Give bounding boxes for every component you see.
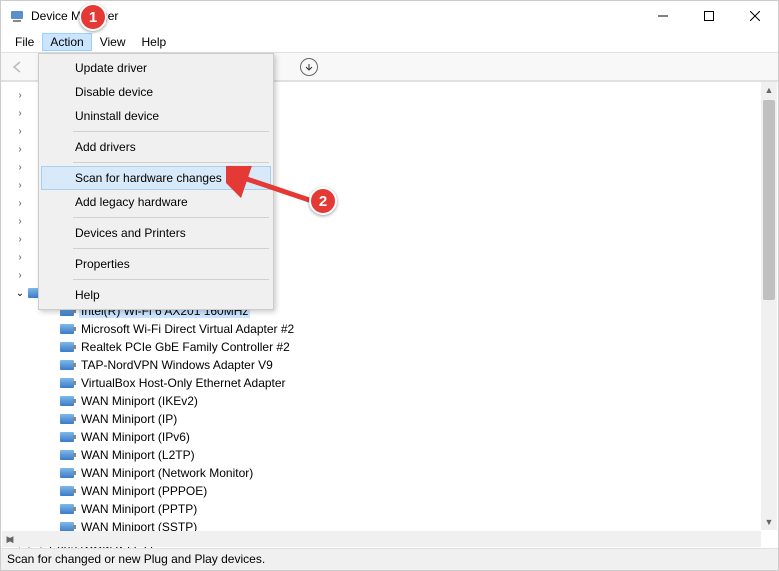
adapter-label: VirtualBox Host-Only Ethernet Adapter: [79, 376, 288, 390]
adapter-label: WAN Miniport (IKEv2): [79, 394, 200, 408]
tree-adapter-item[interactable]: TAP-NordVPN Windows Adapter V9: [45, 356, 778, 374]
adapter-label: WAN Miniport (Network Monitor): [79, 466, 255, 480]
tree-adapter-item[interactable]: WAN Miniport (IPv6): [45, 428, 778, 446]
tree-adapter-item[interactable]: WAN Miniport (L2TP): [45, 446, 778, 464]
menu-separator: [73, 279, 269, 280]
adapter-label: WAN Miniport (PPTP): [79, 502, 199, 516]
maximize-button[interactable]: [686, 1, 732, 31]
tree-adapter-item[interactable]: Microsoft Wi-Fi Direct Virtual Adapter #…: [45, 320, 778, 338]
tree-adapter-item[interactable]: Realtek PCIe GbE Family Controller #2: [45, 338, 778, 356]
annotation-marker-1: 1: [79, 3, 107, 31]
scroll-down-icon[interactable]: ▼: [761, 514, 777, 530]
titlebar: Device Manager: [1, 1, 778, 31]
adapter-label: WAN Miniport (PPPOE): [79, 484, 209, 498]
network-adapter-icon: [59, 322, 75, 336]
vertical-scrollbar[interactable]: ▲ ▼: [761, 82, 777, 530]
menu-separator: [73, 162, 269, 163]
menu-properties[interactable]: Properties: [41, 252, 271, 276]
network-adapter-icon: [59, 358, 75, 372]
menu-separator: [73, 248, 269, 249]
status-bar: Scan for changed or new Plug and Play de…: [1, 548, 778, 570]
menu-separator: [73, 131, 269, 132]
close-button[interactable]: [732, 1, 778, 31]
menubar: File Action View Help: [1, 31, 778, 53]
minimize-button[interactable]: [640, 1, 686, 31]
scroll-thumb[interactable]: [763, 100, 775, 300]
network-adapter-icon: [59, 412, 75, 426]
adapter-label: WAN Miniport (IPv6): [79, 430, 192, 444]
adapter-label: TAP-NordVPN Windows Adapter V9: [79, 358, 275, 372]
toolbar-button[interactable]: [300, 58, 318, 76]
menu-help[interactable]: Help: [134, 33, 175, 51]
scroll-up-icon[interactable]: ▲: [761, 82, 777, 98]
tree-adapter-item[interactable]: WAN Miniport (IP): [45, 410, 778, 428]
menu-uninstall-device[interactable]: Uninstall device: [41, 104, 271, 128]
adapter-label: Realtek PCIe GbE Family Controller #2: [79, 340, 292, 354]
tree-adapter-item[interactable]: VirtualBox Host-Only Ethernet Adapter: [45, 374, 778, 392]
adapter-label: WAN Miniport (IP): [79, 412, 179, 426]
menu-add-drivers[interactable]: Add drivers: [41, 135, 271, 159]
app-icon: [9, 8, 25, 24]
network-adapter-icon: [59, 502, 75, 516]
annotation-marker-2: 2: [309, 187, 337, 215]
scroll-right-icon[interactable]: ▶: [2, 531, 18, 547]
tree-adapter-item[interactable]: WAN Miniport (Network Monitor): [45, 464, 778, 482]
tree-adapter-item[interactable]: WAN Miniport (IKEv2): [45, 392, 778, 410]
adapter-label: Microsoft Wi-Fi Direct Virtual Adapter #…: [79, 322, 296, 336]
network-adapter-icon: [59, 484, 75, 498]
adapter-label: WAN Miniport (L2TP): [79, 448, 197, 462]
horizontal-scrollbar[interactable]: ◀ ▶: [2, 531, 761, 547]
network-adapter-icon: [59, 376, 75, 390]
back-button[interactable]: [7, 56, 29, 78]
menu-action[interactable]: Action: [42, 33, 91, 51]
network-adapter-icon: [59, 394, 75, 408]
menu-update-driver[interactable]: Update driver: [41, 56, 271, 80]
network-adapter-icon: [59, 430, 75, 444]
menu-help-item[interactable]: Help: [41, 283, 271, 307]
tree-adapter-item[interactable]: WAN Miniport (PPPOE): [45, 482, 778, 500]
network-adapter-icon: [59, 466, 75, 480]
status-text: Scan for changed or new Plug and Play de…: [7, 552, 265, 566]
menu-separator: [73, 217, 269, 218]
network-adapter-icon: [59, 448, 75, 462]
menu-devices-printers[interactable]: Devices and Printers: [41, 221, 271, 245]
window-title: Device Manager: [31, 9, 640, 23]
menu-view[interactable]: View: [92, 33, 134, 51]
menu-file[interactable]: File: [7, 33, 42, 51]
network-adapter-icon: [59, 340, 75, 354]
tree-adapter-item[interactable]: WAN Miniport (PPTP): [45, 500, 778, 518]
menu-disable-device[interactable]: Disable device: [41, 80, 271, 104]
